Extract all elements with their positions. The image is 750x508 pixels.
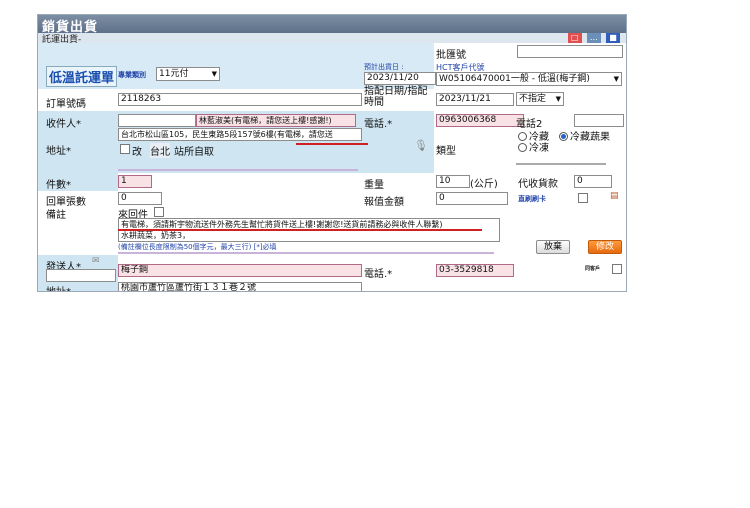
weight-input[interactable]: 10 xyxy=(436,175,470,188)
recipient-address-input[interactable]: 台北市松山區105，民生東路5段157號6樓(有電梯，請您送 xyxy=(118,128,362,141)
assign-time-select[interactable]: 不指定 ▼ xyxy=(516,92,564,106)
recipient-phone-input[interactable]: 0963006368 xyxy=(436,114,524,127)
cod-input[interactable]: 0 xyxy=(574,175,612,188)
delivery-type-select[interactable]: 11元付 ▼ xyxy=(156,67,220,81)
assign-time-value: 不指定 xyxy=(519,94,547,104)
print-checkbox[interactable] xyxy=(578,193,588,203)
batch-input[interactable] xyxy=(517,45,623,58)
sync-label: 同客戶 xyxy=(585,266,601,272)
chevron-down-icon: ▼ xyxy=(555,95,561,103)
temp-option-3-label: 冷凍 xyxy=(529,143,549,154)
weight-unit: (公斤) xyxy=(470,179,498,190)
sender-address-label: 地址* xyxy=(46,283,71,291)
pickup-label: 站所自取 xyxy=(174,147,214,158)
tab-row: 託運出貨- xyxy=(38,33,626,45)
print-label: 直刷刷卡 xyxy=(518,195,546,203)
temp-option-2[interactable]: 冷藏蔬果 xyxy=(559,128,610,143)
close-icon[interactable]: ■ xyxy=(606,33,620,43)
sync-checkbox[interactable] xyxy=(612,264,622,274)
sender-name-input[interactable]: 梅子鋼 xyxy=(118,264,362,277)
pickup-city: 台北 xyxy=(150,143,170,158)
window-controls: □ … ■ xyxy=(566,32,620,43)
delivery-type-label: 專業類別 xyxy=(118,71,146,79)
remarks-line-2: 水耕蔬菜，奶茶3， xyxy=(121,231,191,240)
remarks-line-1: 有電梯，須請斯宇物流送件外務先生幫忙將貨件送上樓!謝謝您!送貨前請務必與收件人聯… xyxy=(121,220,443,229)
order-no-input[interactable]: 2118263 xyxy=(118,93,362,106)
hct-value: W05106470001一般 - 低溫(梅子鋼) xyxy=(439,74,590,84)
remarks-underline xyxy=(118,229,482,231)
chevron-down-icon: ▼ xyxy=(211,70,217,78)
declared-label: 報值金額 xyxy=(364,197,404,208)
hct-select[interactable]: W05106470001一般 - 低溫(梅子鋼) ▼ xyxy=(436,72,622,86)
chevron-down-icon: ▼ xyxy=(613,75,619,83)
change-checkbox[interactable] xyxy=(120,144,130,154)
type-label: 類型 xyxy=(436,146,456,157)
assign-date-input[interactable]: 2023/11/21 xyxy=(436,93,514,106)
recipient-address-label: 地址* xyxy=(46,146,71,157)
return-input[interactable]: 0 xyxy=(118,192,162,205)
remarks-label: 備註 xyxy=(46,210,66,221)
return-item-checkbox[interactable] xyxy=(154,207,164,217)
batch-label: 批匯號 xyxy=(436,50,466,61)
printer-icon[interactable]: ▤ xyxy=(610,191,619,201)
ship-date-label: 預計出貨日 : xyxy=(364,63,404,71)
minimize-icon[interactable]: □ xyxy=(567,33,582,43)
sender-code-input[interactable] xyxy=(46,269,116,282)
count-input[interactable]: 1 xyxy=(118,175,152,188)
declared-input[interactable]: 0 xyxy=(436,192,508,205)
section-divider xyxy=(516,163,606,165)
sender-phone-input[interactable]: 03-3529818 xyxy=(436,264,514,277)
section-divider xyxy=(118,252,494,254)
remarks-hint: (備註欄位長度限制為50個字元，最大三行) [*]必填 xyxy=(118,243,277,251)
section-divider xyxy=(118,169,358,171)
shipping-window: 銷貨出貨 託運出貨- □ … ■ 批匯號 低溫託運單 專業類別 11元付 ▼ 預計… xyxy=(37,14,627,292)
release-button[interactable]: 放棄 xyxy=(536,240,570,254)
recipient-name-input[interactable] xyxy=(118,114,196,127)
change-label: 改 xyxy=(132,147,142,158)
recipient-phone-label: 電話.* xyxy=(364,119,393,130)
ship-date-input[interactable]: 2023/11/20 xyxy=(364,72,436,85)
contact-card-icon[interactable]: ✉ xyxy=(92,256,100,266)
radio-selected-icon xyxy=(559,132,568,141)
temp-option-3[interactable]: 冷凍 xyxy=(518,139,549,154)
title-bar: 銷貨出貨 xyxy=(38,15,626,35)
cod-label: 代收貨款 xyxy=(518,179,558,190)
temp-option-2-label: 冷藏蔬果 xyxy=(570,132,610,143)
sender-address-input[interactable]: 桃園市蘆竹區蘆竹街１３１巷２號 xyxy=(118,282,362,291)
order-no-label: 訂單號碼 xyxy=(46,99,86,110)
recipient-name-label: 收件人* xyxy=(46,119,81,130)
recipient-note: 林藍淑美(有電梯，請您送上樓!感謝!) xyxy=(196,114,356,127)
restore-icon[interactable]: … xyxy=(586,33,601,43)
delivery-type-value: 11元付 xyxy=(159,69,189,79)
address-underline xyxy=(296,143,368,145)
count-label: 件數* xyxy=(46,180,71,191)
service-title: 低溫託運單 xyxy=(46,66,118,87)
recipient-phone2-input[interactable] xyxy=(574,114,624,127)
modify-button[interactable]: 修改 xyxy=(588,240,622,254)
sender-phone-label: 電話.* xyxy=(364,269,393,280)
weight-label: 重量 xyxy=(364,180,384,191)
assign-label: 指配日期/指配時間 xyxy=(364,86,428,108)
mic-icon[interactable]: 🎙 xyxy=(414,139,428,152)
radio-icon xyxy=(518,143,527,152)
